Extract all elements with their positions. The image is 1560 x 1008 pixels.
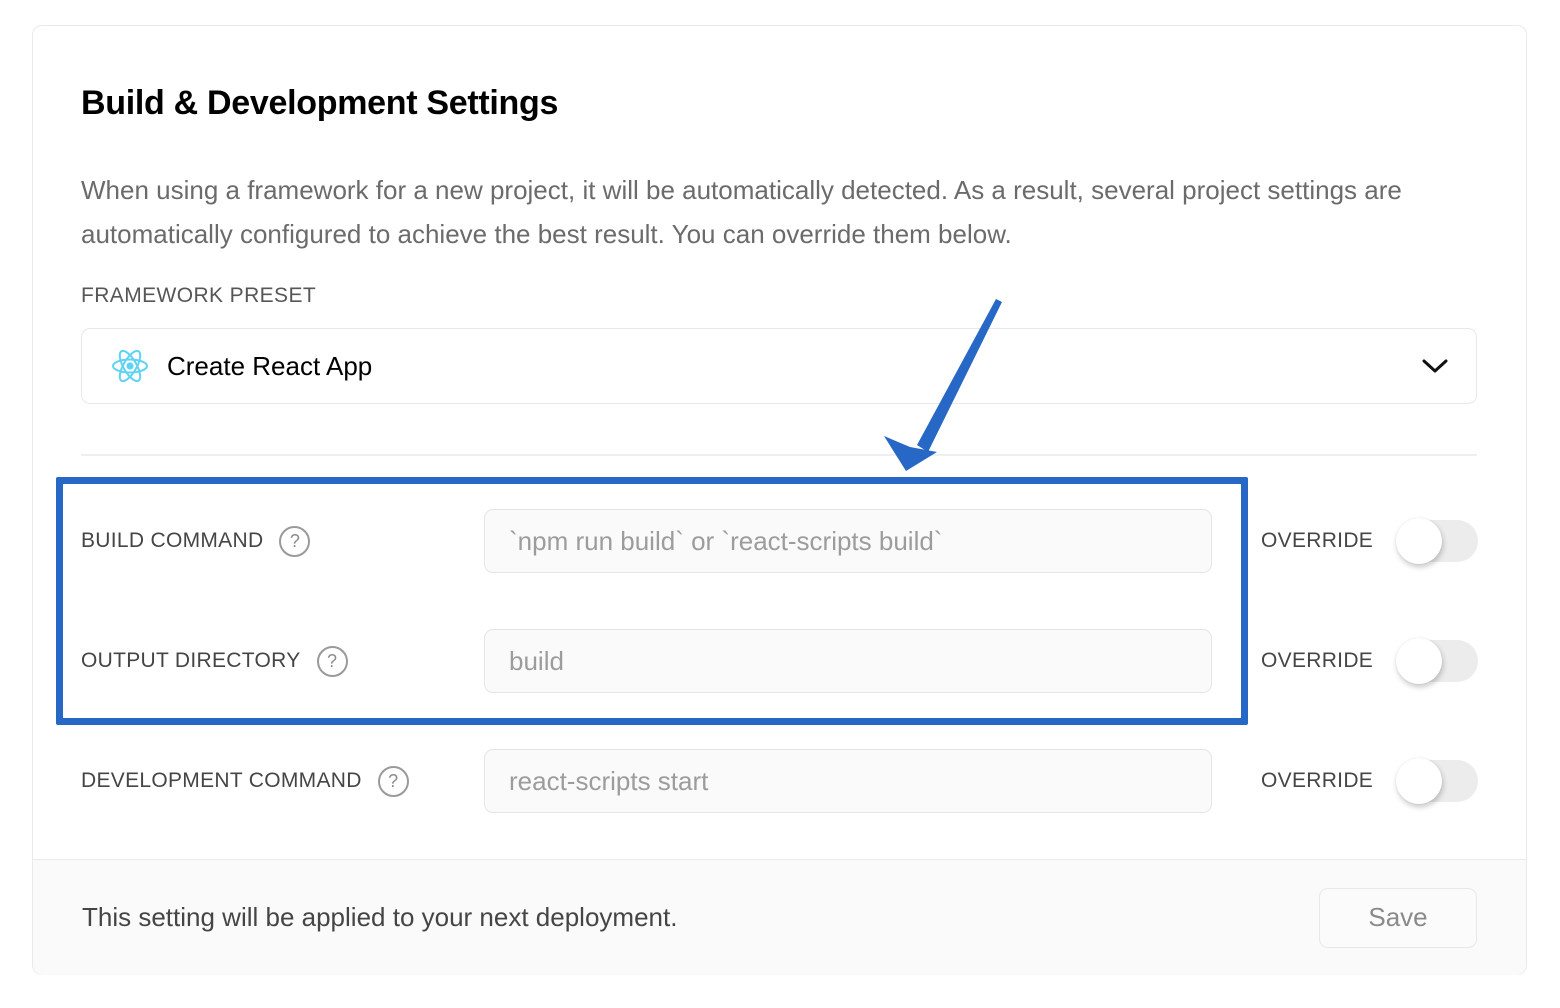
page-title: Build & Development Settings [81, 84, 558, 123]
help-icon[interactable]: ? [279, 526, 310, 557]
save-button[interactable]: Save [1319, 888, 1477, 948]
toggle-knob [1396, 518, 1442, 564]
override-label: OVERRIDE [1261, 769, 1373, 793]
build-settings-card: Build & Development Settings When using … [32, 25, 1527, 975]
toggle-knob [1396, 758, 1442, 804]
output-directory-override-toggle[interactable] [1398, 640, 1478, 682]
build-settings-page: Build & Development Settings When using … [0, 0, 1560, 1008]
help-icon[interactable]: ? [317, 646, 348, 677]
build-command-override-toggle[interactable] [1398, 520, 1478, 562]
development-command-override-toggle[interactable] [1398, 760, 1478, 802]
chevron-down-icon [1422, 358, 1448, 374]
framework-preset-value: Create React App [167, 351, 372, 382]
output-directory-input[interactable] [484, 629, 1212, 693]
footer-note: This setting will be applied to your nex… [82, 902, 677, 933]
development-command-row: DEVELOPMENT COMMAND ? OVERRIDE [81, 749, 1479, 813]
help-icon[interactable]: ? [378, 766, 409, 797]
build-command-label: BUILD COMMAND [81, 529, 263, 553]
build-command-input[interactable] [484, 509, 1212, 573]
settings-description: When using a framework for a new project… [81, 168, 1461, 256]
toggle-knob [1396, 638, 1442, 684]
output-directory-label: OUTPUT DIRECTORY [81, 649, 301, 673]
override-label: OVERRIDE [1261, 529, 1373, 553]
framework-preset-select[interactable]: Create React App [81, 328, 1477, 404]
card-footer: This setting will be applied to your nex… [33, 859, 1526, 975]
override-label: OVERRIDE [1261, 649, 1373, 673]
react-logo-icon [110, 346, 150, 386]
framework-preset-label: FRAMEWORK PRESET [81, 284, 316, 308]
build-command-row: BUILD COMMAND ? OVERRIDE [81, 509, 1479, 573]
section-divider [81, 454, 1477, 456]
development-command-input[interactable] [484, 749, 1212, 813]
output-directory-row: OUTPUT DIRECTORY ? OVERRIDE [81, 629, 1479, 693]
development-command-label: DEVELOPMENT COMMAND [81, 769, 362, 793]
